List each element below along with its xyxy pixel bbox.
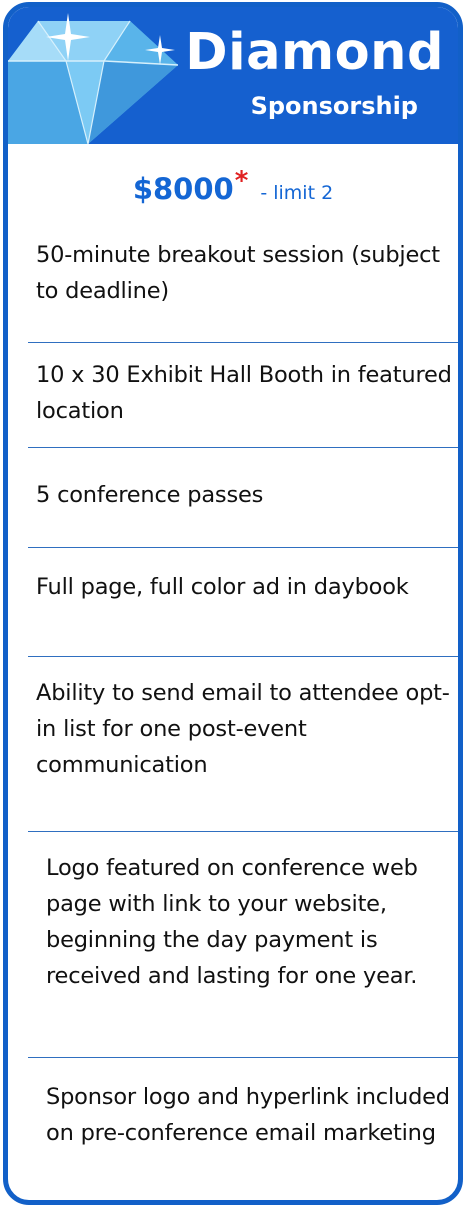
- benefit-item-conference-passes: 5 conference passes: [36, 482, 264, 508]
- price-value: $8000: [132, 172, 234, 206]
- benefit-item-breakout-session: 50-minute breakout session (subject to d…: [36, 242, 440, 304]
- benefit-item-email-marketing-logo: Sponsor logo and hyperlink included on p…: [46, 1084, 450, 1146]
- benefit-item-daybook-ad: Full page, full color ad in daybook: [36, 574, 409, 600]
- price-asterisk: *: [234, 166, 249, 196]
- divider: [28, 547, 458, 548]
- sponsorship-card: Diamond Sponsorship $8000* - limit 2 50-m…: [3, 2, 463, 1205]
- divider: [28, 1057, 458, 1058]
- diamond-gem-icon: [8, 13, 179, 144]
- divider: [28, 831, 458, 832]
- card-header: Diamond Sponsorship: [8, 7, 458, 144]
- card-title: Diamond: [185, 23, 444, 82]
- divider: [28, 656, 458, 657]
- price-row: $8000* - limit 2: [8, 166, 458, 206]
- card-subtitle: Sponsorship: [250, 92, 418, 120]
- benefit-item-web-logo: Logo featured on conference web page wit…: [46, 855, 418, 989]
- divider: [28, 342, 458, 343]
- limit-note: - limit 2: [260, 182, 334, 204]
- divider: [28, 447, 458, 448]
- benefit-item-exhibit-booth: 10 x 30 Exhibit Hall Booth in featured l…: [36, 362, 452, 424]
- benefit-item-attendee-email: Ability to send email to attendee opt-in…: [36, 680, 450, 778]
